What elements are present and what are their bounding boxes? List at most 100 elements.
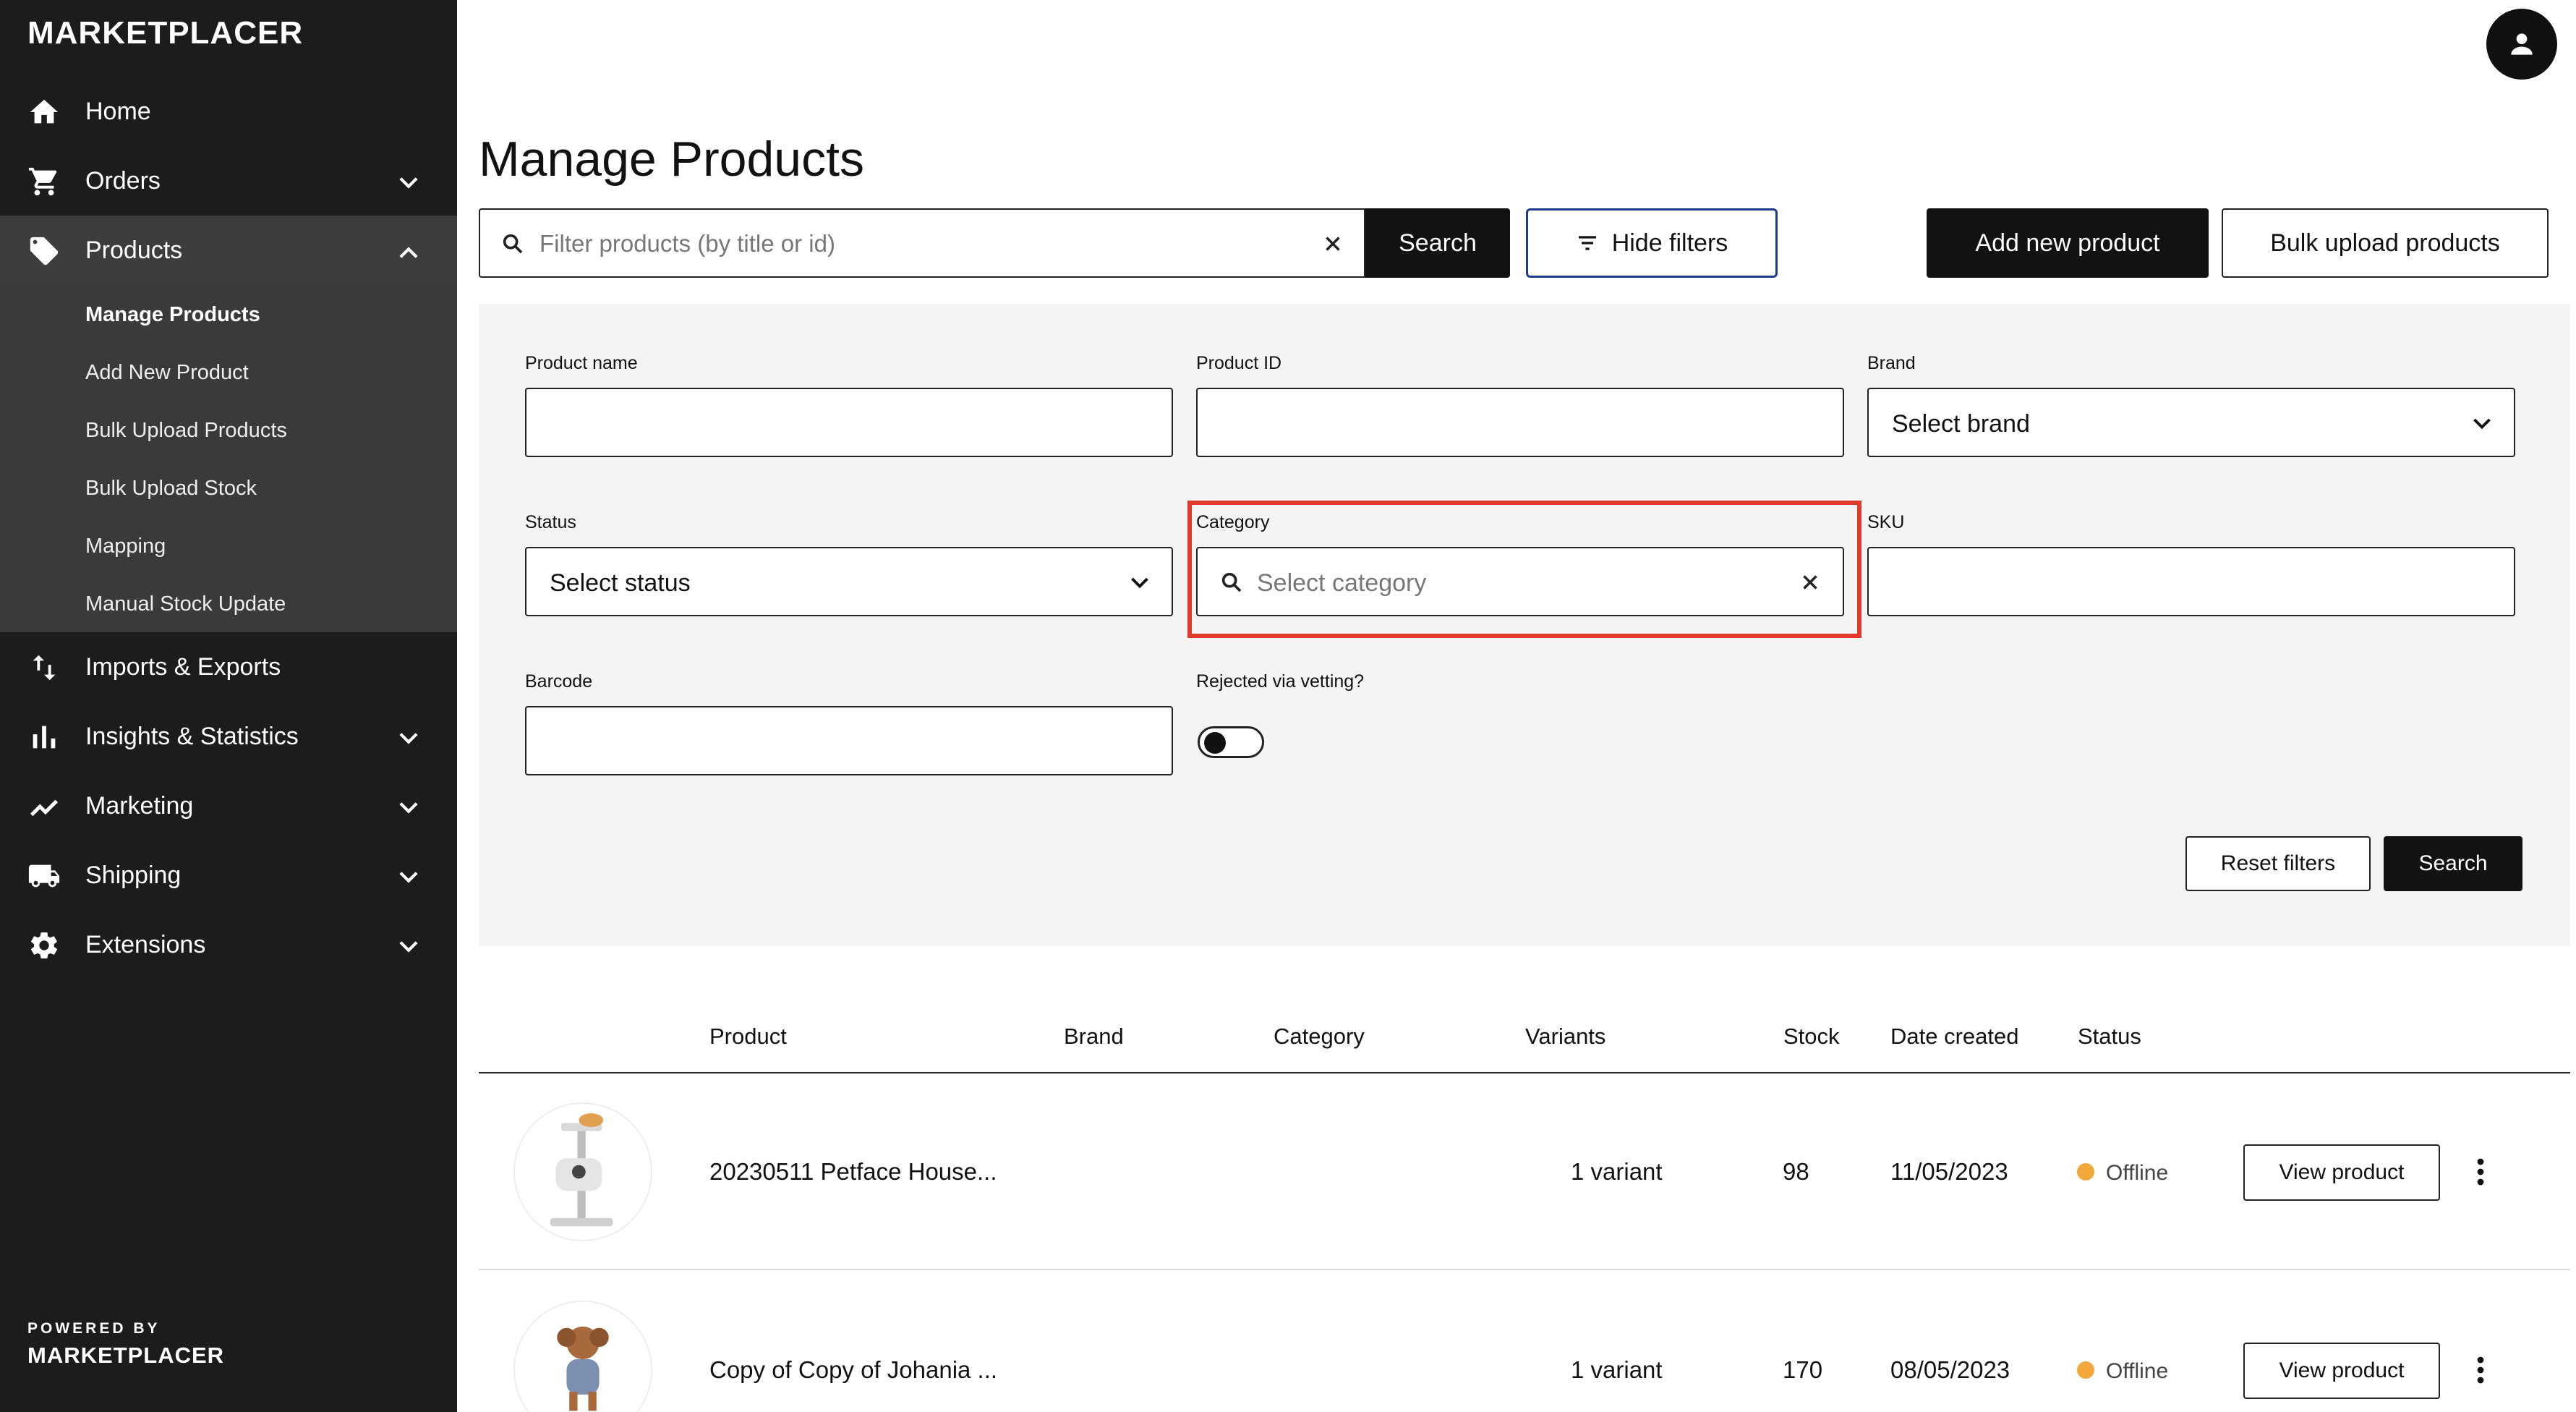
- reset-filters-button[interactable]: Reset filters: [2185, 836, 2371, 891]
- trend-icon: [30, 799, 59, 817]
- column-header-variants: Variants: [1525, 1024, 1606, 1049]
- product-name-label: Product name: [525, 353, 638, 373]
- toggle-knob: [1204, 732, 1226, 754]
- date-created: 08/05/2023: [1890, 1356, 2010, 1383]
- sidebar-item-label: Extensions: [85, 931, 206, 958]
- stock-value: 170: [1783, 1356, 1823, 1383]
- sidebar-item-products[interactable]: Products: [0, 216, 457, 285]
- cart-icon: [28, 167, 57, 196]
- user-avatar[interactable]: [2486, 9, 2557, 80]
- variants-count: 1 variant: [1571, 1158, 1663, 1185]
- filters-search-button[interactable]: Search: [2384, 836, 2522, 891]
- brand-select-value: Select brand: [1892, 410, 2030, 438]
- table-header-divider: [479, 1072, 2570, 1073]
- more-options-icon[interactable]: [2473, 1157, 2488, 1186]
- product-id-field[interactable]: [1196, 388, 1844, 457]
- search-icon: [503, 234, 523, 254]
- sku-label: SKU: [1867, 512, 1905, 532]
- product-title[interactable]: 20230511 Petface House...: [709, 1157, 997, 1186]
- sku-field[interactable]: [1867, 547, 2515, 616]
- arrows-updown-icon: [33, 655, 56, 681]
- sidebar-item-label: Marketing: [85, 792, 194, 820]
- cat-tree-image: [550, 1113, 613, 1227]
- sidebar-item-imports-exports[interactable]: Imports & Exports: [0, 632, 457, 702]
- sidebar-item-marketing[interactable]: Marketing: [0, 771, 457, 841]
- product-thumbnail[interactable]: [513, 1301, 652, 1412]
- sidebar-item-label: Home: [85, 98, 151, 125]
- subnav-bulk-upload-products[interactable]: Bulk Upload Products: [85, 418, 287, 443]
- product-thumbnail[interactable]: [513, 1102, 652, 1241]
- chevron-down-icon: [399, 802, 418, 814]
- column-header-stock: Stock: [1783, 1024, 1840, 1049]
- status-label: Status: [525, 512, 576, 532]
- marketplacer-logo[interactable]: MARKETPLACER: [27, 16, 303, 51]
- clear-search-icon[interactable]: [1321, 231, 1345, 256]
- bar-chart-icon: [33, 726, 56, 749]
- barcode-field[interactable]: [525, 706, 1173, 775]
- date-created: 11/05/2023: [1890, 1158, 2008, 1185]
- subnav-mapping[interactable]: Mapping: [85, 534, 166, 558]
- status-select[interactable]: Select status: [525, 547, 1173, 616]
- status-indicator: [2077, 1361, 2094, 1379]
- status-indicator: [2077, 1163, 2094, 1181]
- filter-icon: [1578, 236, 1596, 250]
- sidebar-item-insights-statistics[interactable]: Insights & Statistics: [0, 702, 457, 771]
- more-options-icon[interactable]: [2473, 1356, 2488, 1385]
- subnav-add-new-product[interactable]: Add New Product: [85, 360, 249, 385]
- sidebar-item-orders[interactable]: Orders: [0, 146, 457, 216]
- column-header-status: Status: [2078, 1024, 2141, 1049]
- rejected-vetting-toggle[interactable]: [1198, 726, 1264, 758]
- product-name-field[interactable]: [525, 388, 1173, 457]
- sidebar-item-label: Orders: [85, 167, 161, 195]
- products-subnav: Manage Products Add New Product Bulk Upl…: [0, 284, 457, 632]
- subnav-bulk-upload-stock[interactable]: Bulk Upload Stock: [85, 476, 257, 501]
- chevron-down-icon: [399, 733, 418, 744]
- brand-label: Brand: [1867, 353, 1916, 373]
- chevron-down-icon: [399, 872, 418, 883]
- status-text: Offline: [2106, 1359, 2169, 1383]
- toolbar-search-button[interactable]: Search: [1365, 208, 1510, 278]
- hide-filters-button[interactable]: Hide filters: [1526, 208, 1778, 278]
- product-id-label: Product ID: [1196, 353, 1282, 373]
- status-select-value: Select status: [550, 569, 691, 597]
- user-icon: [2511, 33, 2533, 55]
- sidebar-item-home[interactable]: Home: [0, 77, 457, 146]
- column-header-product: Product: [709, 1024, 787, 1049]
- powered-by-label: POWERED BY: [27, 1320, 161, 1337]
- chevron-down-icon: [399, 941, 418, 953]
- home-icon: [30, 99, 59, 124]
- brand-select[interactable]: Select brand: [1867, 388, 2515, 457]
- add-new-product-button[interactable]: Add new product: [1927, 208, 2209, 278]
- product-search-box: [479, 208, 1365, 278]
- sidebar-item-label: Insights & Statistics: [85, 723, 299, 750]
- row-divider: [479, 1269, 2570, 1270]
- subnav-manual-stock-update[interactable]: Manual Stock Update: [85, 592, 286, 616]
- truck-icon: [28, 864, 60, 888]
- product-search-input[interactable]: [539, 224, 1292, 263]
- sidebar-item-shipping[interactable]: Shipping: [0, 841, 457, 910]
- subnav-manage-products[interactable]: Manage Products: [85, 302, 260, 327]
- bulk-upload-products-button[interactable]: Bulk upload products: [2222, 208, 2549, 278]
- stock-value: 98: [1783, 1158, 1809, 1185]
- chevron-down-icon: [1131, 577, 1148, 589]
- column-header-date-created: Date created: [1890, 1024, 2019, 1049]
- column-header-category: Category: [1274, 1024, 1365, 1049]
- sidebar-item-label: Products: [85, 237, 183, 264]
- view-product-button[interactable]: View product: [2243, 1144, 2440, 1201]
- column-header-brand: Brand: [1064, 1024, 1124, 1049]
- chevron-up-icon: [399, 247, 418, 258]
- chevron-down-icon: [2473, 418, 2491, 430]
- view-product-button[interactable]: View product: [2243, 1343, 2440, 1399]
- sidebar-item-extensions[interactable]: Extensions: [0, 910, 457, 979]
- chevron-down-icon: [399, 177, 418, 189]
- rejected-vetting-label: Rejected via vetting?: [1196, 671, 1365, 692]
- dog-image: [557, 1326, 609, 1411]
- page-title: Manage Products: [479, 132, 864, 187]
- product-title[interactable]: Copy of Copy of Johania ...: [709, 1356, 997, 1385]
- barcode-label: Barcode: [525, 671, 593, 692]
- category-highlight-box: [1187, 501, 1861, 638]
- powered-by-logo: MARKETPLACER: [27, 1343, 225, 1368]
- variants-count: 1 variant: [1571, 1356, 1663, 1383]
- sidebar-item-label: Shipping: [85, 862, 182, 889]
- sidebar: MARKETPLACER Home Orders Products Manage…: [0, 0, 457, 1412]
